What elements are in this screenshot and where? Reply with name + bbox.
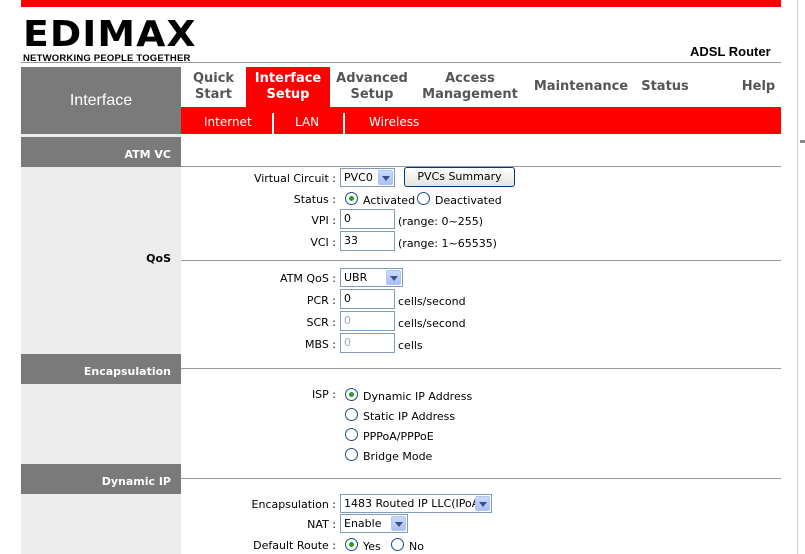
isp-dynamic-ip-radio[interactable]: [345, 388, 358, 401]
status-activated-label: Activated: [363, 194, 416, 207]
scr-input[interactable]: 0: [340, 311, 395, 331]
mbs-label: MBS :: [304, 338, 336, 351]
virtual-circuit-label: Virtual Circuit :: [253, 172, 336, 185]
status-deactivated-label: Deactivated: [435, 194, 502, 207]
scr-unit: cells/second: [398, 317, 466, 330]
section-divider: [181, 368, 781, 369]
product-name: ADSL Router: [690, 44, 771, 59]
section-atm-vc: ATM VC: [21, 137, 181, 167]
section-divider: [181, 478, 781, 479]
pvcs-summary-button[interactable]: PVCs Summary: [404, 167, 515, 187]
pcr-input[interactable]: 0: [340, 289, 395, 309]
nav-help[interactable]: Help: [726, 67, 791, 107]
isp-pppoa-pppoe-radio[interactable]: [345, 428, 358, 441]
sidebar-title: Interface: [21, 67, 181, 134]
isp-label: ISP :: [311, 388, 336, 401]
scr-label: SCR :: [306, 316, 336, 329]
encapsulation-label: Encapsulation :: [251, 498, 336, 511]
chevron-down-icon: [386, 270, 401, 285]
default-route-yes-radio[interactable]: [345, 538, 358, 551]
nav-status[interactable]: Status: [636, 67, 694, 107]
isp-pppoa-pppoe-label: PPPoA/PPPoE: [363, 430, 434, 443]
section-divider: [181, 260, 781, 261]
default-route-yes-label: Yes: [363, 540, 381, 553]
isp-static-ip-label: Static IP Address: [363, 410, 456, 423]
subnav-separator: [272, 113, 274, 134]
encapsulation-select[interactable]: 1483 Routed IP LLC(IPoA): [340, 494, 492, 513]
vpi-label: VPI :: [311, 214, 336, 227]
virtual-circuit-select[interactable]: PVC0: [340, 168, 395, 187]
status-activated-radio[interactable]: [345, 192, 358, 205]
mbs-input[interactable]: 0: [340, 333, 395, 353]
mbs-unit: cells: [398, 339, 423, 352]
qos-label: QoS: [146, 252, 171, 265]
scrollbar-thumb[interactable]: [800, 140, 805, 143]
nav-quick-start[interactable]: Quick Start: [181, 67, 246, 107]
default-route-no-radio[interactable]: [391, 538, 404, 551]
pcr-unit: cells/second: [398, 295, 466, 308]
nav-access-management[interactable]: Access Management: [414, 67, 526, 107]
logo-text: EDIMAX: [23, 14, 197, 55]
vci-input[interactable]: 33: [340, 231, 395, 251]
isp-bridge-mode-label: Bridge Mode: [363, 450, 433, 463]
atm-qos-select[interactable]: UBR: [340, 268, 403, 287]
top-red-bar: [21, 0, 781, 7]
pcr-label: PCR :: [306, 294, 336, 307]
edimax-logo: EDIMAX NETWORKING PEOPLE TOGETHER: [23, 17, 196, 65]
isp-static-ip-radio[interactable]: [345, 408, 358, 421]
subnav-internet[interactable]: Internet: [204, 107, 252, 134]
status-label: Status :: [293, 193, 336, 206]
section-dynamic-ip: Dynamic IP: [21, 464, 181, 494]
nav-maintenance[interactable]: Maintenance: [526, 67, 636, 107]
chevron-down-icon: [475, 496, 490, 511]
vci-label: VCI :: [310, 236, 336, 249]
vci-range: (range: 1~65535): [398, 237, 497, 250]
vpi-input[interactable]: 0: [340, 209, 395, 229]
nav-interface-setup[interactable]: Interface Setup: [246, 67, 330, 107]
subnav-separator: [343, 113, 345, 134]
subnav-lan[interactable]: LAN: [295, 107, 319, 134]
nat-select[interactable]: Enable: [340, 514, 408, 533]
scrollbar[interactable]: [797, 0, 805, 554]
header-divider: [21, 62, 781, 63]
default-route-label: Default Route :: [253, 539, 336, 552]
atm-qos-label: ATM QoS :: [280, 272, 336, 285]
main-nav: Quick Start Interface Setup Advanced Set…: [181, 67, 781, 107]
nat-label: NAT :: [307, 518, 336, 531]
chevron-down-icon: [378, 170, 393, 185]
sub-nav: Internet LAN Wireless: [181, 107, 781, 134]
section-encapsulation: Encapsulation: [21, 354, 181, 384]
isp-dynamic-ip-label: Dynamic IP Address: [363, 390, 473, 403]
chevron-down-icon: [391, 516, 406, 531]
default-route-no-label: No: [409, 540, 424, 553]
nav-advanced-setup[interactable]: Advanced Setup: [330, 67, 414, 107]
vpi-range: (range: 0~255): [398, 215, 483, 228]
status-deactivated-radio[interactable]: [417, 192, 430, 205]
subnav-wireless[interactable]: Wireless: [369, 107, 419, 134]
isp-bridge-mode-radio[interactable]: [345, 448, 358, 461]
